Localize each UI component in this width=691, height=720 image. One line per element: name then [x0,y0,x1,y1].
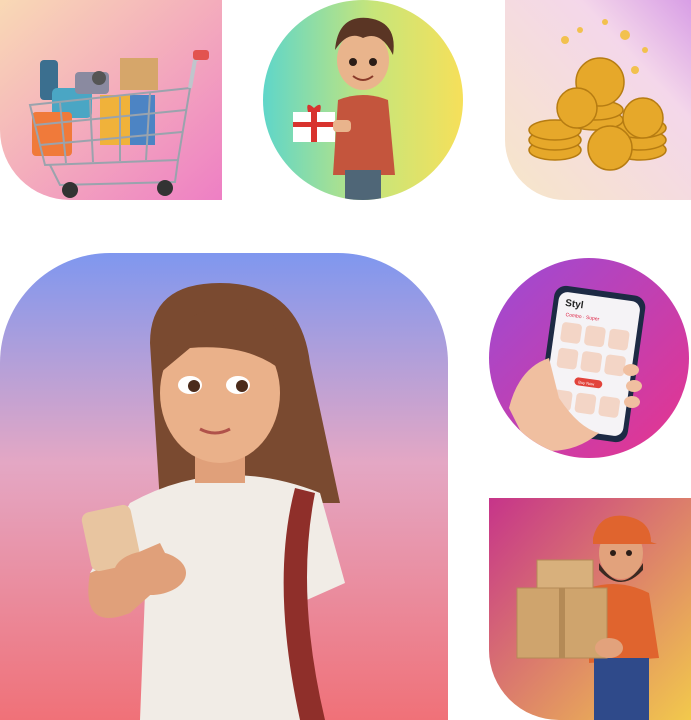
woman-svg [0,253,448,720]
delivery-svg [489,498,691,720]
phone-svg: Styl Combo · Super Buy Now [489,258,689,458]
delivery-man-illustration [489,498,691,720]
phone-app-illustration: Styl Combo · Super Buy Now [489,258,689,458]
shopping-cart-illustration [0,0,222,200]
boy-svg [263,0,463,200]
cart-svg [0,0,222,200]
coins-svg [505,0,691,200]
gold-coins-illustration [505,0,691,200]
woman-with-phone-illustration [0,253,448,720]
boy-with-gift-illustration [263,0,463,200]
